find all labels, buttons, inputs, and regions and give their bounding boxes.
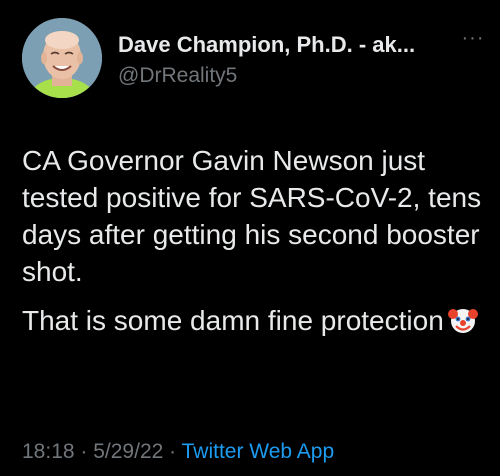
tweet-text: CA Governor Gavin Newson just tested pos…: [22, 142, 492, 339]
author-name-row[interactable]: Dave Champion, Ph.D. - ak...: [118, 32, 458, 58]
author-handle[interactable]: @DrReality5: [118, 64, 237, 88]
author-display-name[interactable]: Dave Champion, Ph.D. - ak...: [118, 32, 415, 58]
clown-face-icon: [447, 305, 478, 335]
meta-separator-2: ·: [163, 440, 182, 463]
tweet-date[interactable]: 5/29/22: [93, 440, 163, 463]
tweet-paragraph-2: That is some damn fine protection: [22, 302, 492, 339]
tweet-paragraph-text: That is some damn fine protection: [22, 305, 444, 336]
tweet-meta: 18:18 · 5/29/22 · Twitter Web App: [22, 440, 334, 464]
tweet-time[interactable]: 18:18: [22, 440, 75, 463]
more-options-icon[interactable]: ···: [458, 28, 488, 48]
meta-separator: ·: [74, 440, 94, 463]
avatar[interactable]: [22, 18, 102, 98]
tweet-source-link[interactable]: Twitter Web App: [182, 440, 335, 463]
tweet-paragraph: CA Governor Gavin Newson just tested pos…: [22, 145, 482, 287]
tweet: Dave Champion, Ph.D. - ak... @DrReality5…: [0, 0, 500, 476]
